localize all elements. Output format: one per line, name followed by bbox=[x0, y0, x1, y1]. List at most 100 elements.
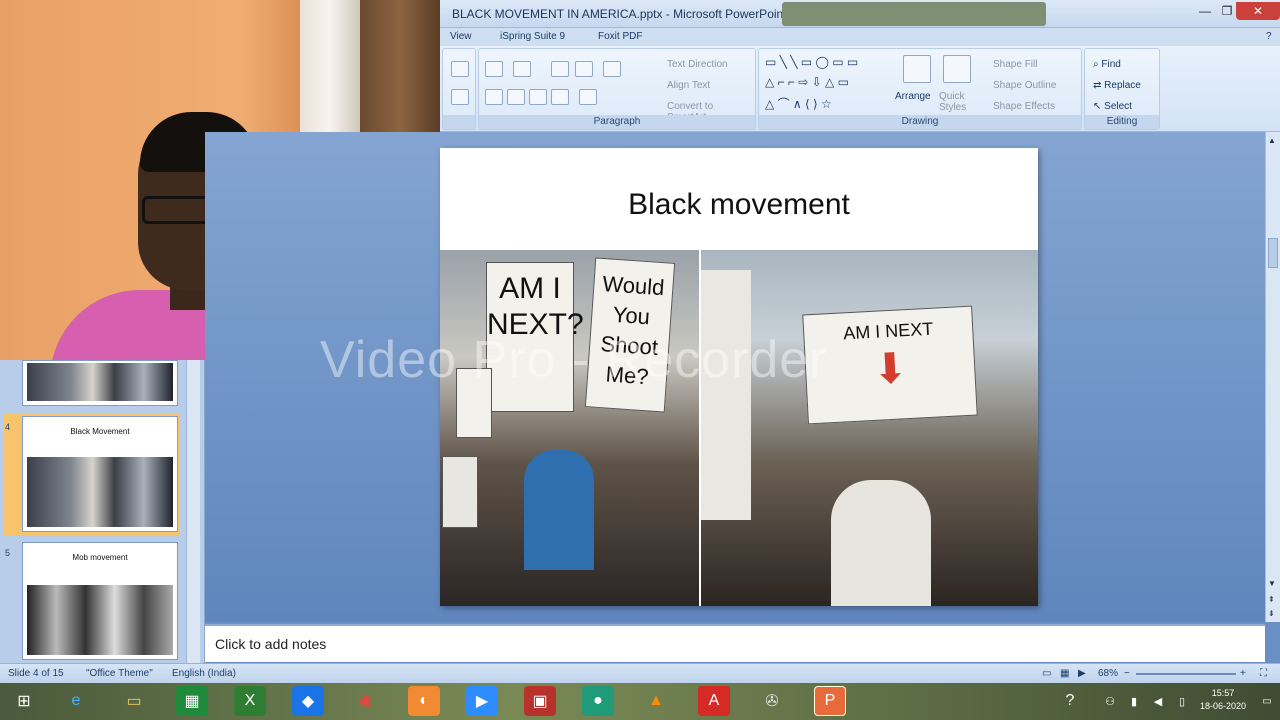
slide-thumbnail[interactable]: Mob movement bbox=[22, 542, 178, 660]
align-right-icon[interactable] bbox=[529, 89, 547, 105]
drawing-group-label: Drawing bbox=[759, 115, 1081, 129]
shape-fill-button[interactable]: Shape Fill bbox=[993, 59, 1037, 70]
increase-indent-icon[interactable] bbox=[575, 61, 593, 77]
columns-icon[interactable] bbox=[579, 89, 597, 105]
sign-am-i-next-right-label: AM I NEXT bbox=[842, 318, 934, 344]
tab-foxit-pdf[interactable]: Foxit PDF bbox=[598, 31, 642, 42]
decrease-indent-icon[interactable] bbox=[551, 61, 569, 77]
tab-ispring[interactable]: iSpring Suite 9 bbox=[500, 31, 565, 42]
video-app-icon[interactable]: ✇ bbox=[756, 686, 788, 716]
file-explorer-icon[interactable]: ▭ bbox=[118, 686, 150, 716]
notes-pane[interactable]: Click to add notes bbox=[205, 624, 1265, 662]
line-spacing-icon[interactable] bbox=[603, 61, 621, 77]
clock[interactable]: 15:57 18-06-2020 bbox=[1200, 687, 1246, 713]
powerpoint-icon[interactable]: P bbox=[814, 686, 846, 716]
recorder-toolbar[interactable] bbox=[782, 2, 1046, 26]
text-direction-button[interactable]: Text Direction bbox=[667, 59, 728, 70]
dropbox-icon[interactable]: ◆ bbox=[292, 686, 324, 716]
arrange-icon[interactable] bbox=[903, 55, 931, 83]
numbering-icon[interactable] bbox=[513, 61, 531, 77]
protest-photo-right[interactable]: AM I NEXT ⬇ bbox=[701, 250, 1038, 606]
quick-styles-button[interactable]: Quick Styles bbox=[939, 91, 979, 113]
acrobat-icon[interactable]: A bbox=[698, 686, 730, 716]
normal-view-icon[interactable]: ▭ bbox=[1042, 668, 1051, 679]
chrome-icon[interactable]: ◉ bbox=[350, 686, 382, 716]
scroll-thumb[interactable] bbox=[1268, 238, 1278, 268]
align-text-button[interactable]: Align Text bbox=[667, 80, 710, 91]
slide-number: 5 bbox=[5, 548, 11, 558]
zoom-in-icon[interactable]: + bbox=[1240, 668, 1246, 679]
zoom-out-icon[interactable]: − bbox=[1124, 668, 1130, 679]
zoom-level[interactable]: 68% bbox=[1098, 668, 1118, 679]
paragraph-group-label: Paragraph bbox=[479, 115, 755, 129]
help-tray-icon[interactable]: ? bbox=[1060, 686, 1080, 716]
slideshow-icon[interactable]: ▶ bbox=[1078, 668, 1086, 679]
slide-thumbnail[interactable] bbox=[22, 360, 178, 406]
shape-effects-button[interactable]: Shape Effects bbox=[993, 101, 1055, 112]
next-slide-icon[interactable]: ⇟ bbox=[1268, 609, 1275, 618]
slide-thumbnail-selected[interactable]: Black Movement bbox=[22, 416, 178, 532]
slides-pane[interactable]: 4 Black Movement 5 Mob movement bbox=[0, 360, 205, 663]
volume-tray-icon[interactable]: ◀ bbox=[1148, 686, 1168, 716]
shapes-gallery-row3-icon[interactable]: △ ⌒ ∧ ⟨ ⟩ ☆ bbox=[765, 95, 832, 112]
ribbon-tabs: View iSpring Suite 9 Foxit PDF ? bbox=[440, 28, 1280, 46]
replace-icon: ⇄ bbox=[1093, 80, 1105, 91]
zoom-app-icon[interactable]: ▶ bbox=[466, 686, 498, 716]
language[interactable]: English (India) bbox=[172, 668, 236, 679]
slide-number: 4 bbox=[5, 422, 11, 432]
slide-sorter-icon[interactable]: ▦ bbox=[1060, 668, 1069, 679]
scroll-up-icon[interactable]: ▲ bbox=[1268, 136, 1276, 145]
arrange-button[interactable]: Arrange bbox=[895, 91, 931, 102]
vertical-scrollbar[interactable]: ▲ ▼ ⇞ ⇟ bbox=[1265, 132, 1280, 622]
start-windows-icon[interactable]: ⊞ bbox=[8, 686, 40, 716]
bullets-icon[interactable] bbox=[485, 61, 503, 77]
media-app-icon[interactable]: ▣ bbox=[524, 686, 556, 716]
select-button[interactable]: ↖ Select bbox=[1093, 101, 1132, 112]
previous-slide-icon[interactable]: ⇞ bbox=[1268, 595, 1275, 604]
protest-photo-left[interactable]: AM I NEXT? Would You Shoot Me? bbox=[440, 250, 699, 606]
spreadsheet-icon[interactable]: ▦ bbox=[176, 686, 208, 716]
notification-icon[interactable]: ▭ bbox=[1260, 686, 1274, 716]
network-tray-icon[interactable]: ▮ bbox=[1124, 686, 1144, 716]
shapes-gallery-row2-icon[interactable]: △ ⌐ ⌐ ⇨ ⇩ △ ▭ bbox=[765, 75, 849, 89]
zoom-slider[interactable] bbox=[1136, 673, 1236, 675]
taskbar: ⊞ e ▭ ▦ X ◆ ◉ ◐ ▶ ▣ ● ▲ A ✇ P ? ⚇ ▮ ◀ ▯ … bbox=[0, 683, 1280, 720]
internet-explorer-icon[interactable]: e bbox=[60, 686, 92, 716]
ribbon: Text Direction Align Text Convert to Sma… bbox=[440, 46, 1280, 132]
scroll-down-icon[interactable]: ▼ bbox=[1268, 579, 1276, 588]
font-color-icon[interactable] bbox=[451, 89, 469, 105]
replace-button[interactable]: ⇄ Replace bbox=[1093, 80, 1141, 91]
thumbnail-image bbox=[27, 585, 173, 655]
clock-time: 15:57 bbox=[1211, 688, 1235, 698]
slides-pane-scrollbar[interactable] bbox=[186, 360, 200, 663]
shape-outline-button[interactable]: Shape Outline bbox=[993, 80, 1056, 91]
fit-to-window-icon[interactable]: ⛶ bbox=[1260, 668, 1267, 679]
text-color-icon[interactable] bbox=[451, 61, 469, 77]
shapes-gallery-icon[interactable]: ▭ ╲ ╲ ▭ ◯ ▭ ▭ bbox=[765, 55, 858, 69]
status-bar: Slide 4 of 15 "Office Theme" English (In… bbox=[0, 663, 1280, 683]
app-icon[interactable]: ◐ bbox=[408, 686, 440, 716]
thumbnail-image bbox=[27, 363, 173, 401]
replace-label: Replace bbox=[1104, 80, 1141, 91]
tab-view[interactable]: View bbox=[450, 31, 472, 42]
excel-icon[interactable]: X bbox=[234, 686, 266, 716]
vlc-icon[interactable]: ▲ bbox=[640, 686, 672, 716]
align-left-icon[interactable] bbox=[485, 89, 503, 105]
slide-title[interactable]: Black movement bbox=[440, 188, 1038, 222]
user-tray-icon[interactable]: ⚇ bbox=[1100, 686, 1120, 716]
red-arrow-icon: ⬇ bbox=[871, 344, 909, 393]
font-group-partial bbox=[442, 48, 476, 130]
justify-icon[interactable] bbox=[551, 89, 569, 105]
app-green-icon[interactable]: ● bbox=[582, 686, 614, 716]
notes-placeholder[interactable]: Click to add notes bbox=[215, 636, 326, 652]
quick-styles-icon[interactable] bbox=[943, 55, 971, 83]
thumbnail-image bbox=[27, 457, 173, 527]
recorder-watermark: Video Pro - Recorder bbox=[320, 331, 828, 389]
find-button[interactable]: ⌕ Find bbox=[1093, 59, 1121, 70]
help-icon[interactable]: ? bbox=[1266, 31, 1272, 42]
close-icon[interactable]: ✕ bbox=[1236, 2, 1280, 20]
sign-am-i-next-right: AM I NEXT ⬇ bbox=[802, 305, 978, 425]
battery-tray-icon[interactable]: ▯ bbox=[1172, 686, 1192, 716]
align-center-icon[interactable] bbox=[507, 89, 525, 105]
slide-info: Slide 4 of 15 bbox=[8, 668, 64, 679]
